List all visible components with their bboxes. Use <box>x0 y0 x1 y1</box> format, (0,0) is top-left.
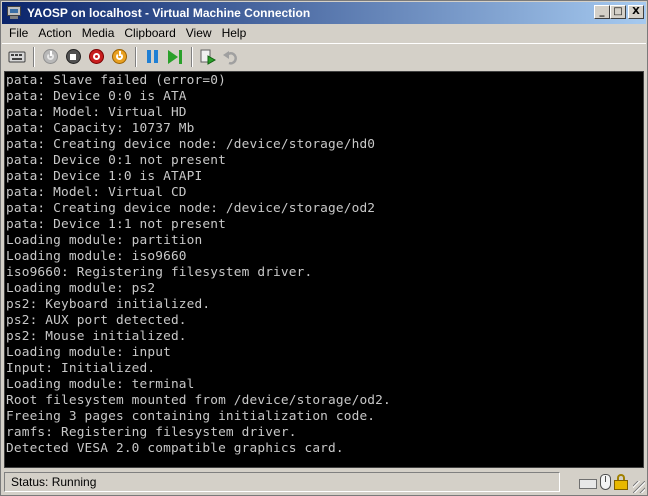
close-icon: X <box>632 6 640 17</box>
start-button[interactable] <box>39 46 61 68</box>
console-line: pata: Model: Virtual HD <box>6 105 187 120</box>
console-line: iso9660: Registering filesystem driver. <box>6 265 313 280</box>
pause-button[interactable] <box>141 46 163 68</box>
console-line: Loading module: iso9660 <box>6 249 187 264</box>
console-line: Detected VESA 2.0 compatible graphics ca… <box>6 441 344 456</box>
console-line: ps2: AUX port detected. <box>6 313 187 328</box>
maximize-button[interactable]: □ <box>610 5 626 19</box>
console-line: ramfs: Registering filesystem driver. <box>6 425 297 440</box>
monitor-icon <box>6 6 22 20</box>
revert-icon <box>223 50 237 65</box>
console-line: ps2: Mouse initialized. <box>6 329 187 344</box>
ctrl-alt-del-button[interactable] <box>6 46 28 68</box>
menu-bar: File Action Media Clipboard View Help <box>2 24 646 42</box>
console-line: Loading module: ps2 <box>6 281 156 296</box>
resume-icon <box>167 49 183 64</box>
minimize-icon: _ <box>599 6 605 17</box>
turn-off-button[interactable] <box>62 46 84 68</box>
console-line: pata: Slave failed (error=0) <box>6 73 226 88</box>
maximize-icon: □ <box>613 6 623 17</box>
menu-clipboard[interactable]: Clipboard <box>119 24 180 42</box>
ctrl-alt-del-icon <box>8 51 26 62</box>
revert-button[interactable] <box>220 46 242 68</box>
toolbar-separator <box>191 46 193 67</box>
toolbar-separator <box>135 46 137 67</box>
status-bar: Status: Running <box>2 470 646 494</box>
console-line: Loading module: input <box>6 345 171 360</box>
save-state-icon <box>111 49 127 64</box>
console-line: pata: Device 0:0 is ATA <box>6 89 187 104</box>
console-line: pata: Device 1:1 not present <box>6 217 226 232</box>
console-line: Freeing 3 pages containing initializatio… <box>6 409 376 424</box>
console-line: Loading module: terminal <box>6 377 195 392</box>
shut-down-button[interactable] <box>85 46 107 68</box>
lock-icon <box>614 474 628 490</box>
title-bar[interactable]: YAOSP on localhost - Virtual Machine Con… <box>2 2 646 24</box>
toolbar <box>2 43 646 69</box>
console-line: pata: Capacity: 10737 Mb <box>6 121 195 136</box>
console-line: pata: Creating device node: /device/stor… <box>6 137 376 152</box>
pause-icon <box>146 50 158 63</box>
menu-help[interactable]: Help <box>217 24 252 42</box>
turn-off-icon <box>65 49 81 64</box>
resize-grip[interactable] <box>633 481 645 493</box>
mouse-icon <box>600 474 611 490</box>
keyboard-icon <box>579 479 597 489</box>
console-line: pata: Device 1:0 is ATAPI <box>6 169 203 184</box>
minimize-button[interactable]: _ <box>594 5 610 19</box>
console-line: pata: Device 0:1 not present <box>6 153 226 168</box>
toolbar-separator <box>33 46 35 67</box>
vm-connection-window: YAOSP on localhost - Virtual Machine Con… <box>0 0 648 496</box>
menu-action[interactable]: Action <box>33 24 76 42</box>
status-text: Status: Running <box>11 475 97 489</box>
close-button[interactable]: X <box>628 5 644 19</box>
console-line: pata: Creating device node: /device/stor… <box>6 201 376 216</box>
save-state-button[interactable] <box>108 46 130 68</box>
console-line: Loading module: partition <box>6 233 203 248</box>
console-line: Input: Initialized. <box>6 361 156 376</box>
console-line: pata: Model: Virtual CD <box>6 185 187 200</box>
status-panel: Status: Running <box>4 472 560 492</box>
console-line: Root filesystem mounted from /device/sto… <box>6 393 391 408</box>
menu-view[interactable]: View <box>181 24 217 42</box>
shut-down-icon <box>88 49 104 64</box>
resume-button[interactable] <box>164 46 186 68</box>
start-icon <box>42 49 58 64</box>
snapshot-icon <box>200 49 217 65</box>
menu-media[interactable]: Media <box>77 24 120 42</box>
window-title: YAOSP on localhost - Virtual Machine Con… <box>27 6 311 20</box>
console-line: ps2: Keyboard initialized. <box>6 297 211 312</box>
vm-console-screen[interactable]: pata: Slave failed (error=0) pata: Devic… <box>4 71 644 468</box>
snapshot-button[interactable] <box>197 46 219 68</box>
menu-file[interactable]: File <box>4 24 33 42</box>
